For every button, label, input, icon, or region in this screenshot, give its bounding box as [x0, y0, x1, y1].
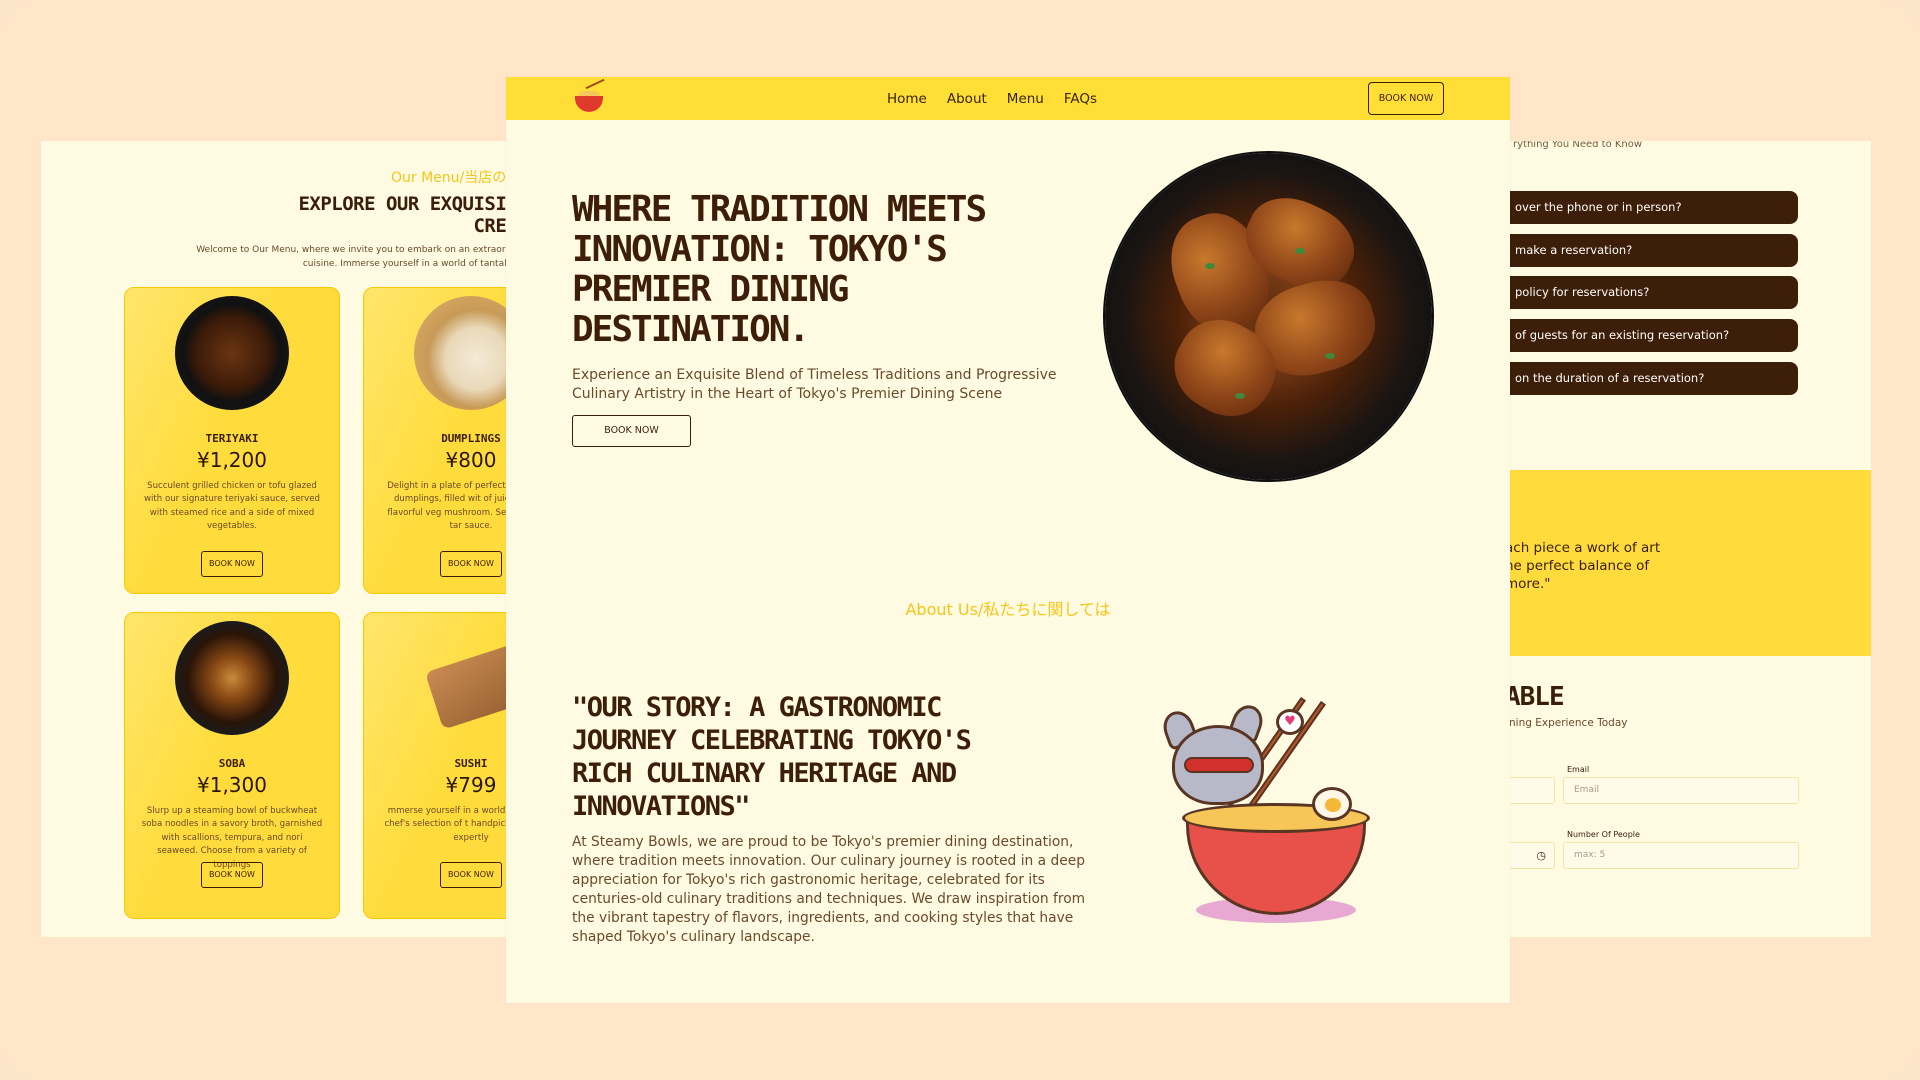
faq-question[interactable]: policy for reservations?: [1505, 276, 1798, 309]
faq-subtitle: rything You Need to Know: [1513, 141, 1643, 150]
showcase-background: Our Menu/当店のメ EXPLORE OUR EXQUISITE JA C…: [0, 0, 1920, 1080]
home-page-preview: Home About Menu FAQs BOOK NOW Where Trad…: [506, 77, 1510, 1003]
menu-item-name: TERIYAKI: [205, 432, 259, 445]
testimonial-quote: ach piece a work of art he perfect balan…: [1505, 540, 1661, 592]
menu-item-description: Succulent grilled chicken or tofu glazed…: [144, 481, 320, 532]
email-label: Email: [1567, 765, 1590, 774]
faq-question[interactable]: over the phone or in person?: [1505, 191, 1798, 224]
faq-question[interactable]: on the duration of a reservation?: [1505, 362, 1798, 395]
nav-links: Home About Menu FAQs: [887, 77, 1097, 120]
menu-card-soba: SOBA ¥1,300 Slurp up a steaming bowl of …: [124, 612, 340, 919]
teriyaki-image: [175, 296, 289, 410]
faq-question[interactable]: make a reservation?: [1505, 234, 1798, 267]
testimonial-band: ach piece a work of art he perfect balan…: [1505, 470, 1871, 656]
about-eyebrow: About Us/私たちに関しては: [905, 600, 1111, 619]
nav-book-now-button[interactable]: BOOK NOW: [1368, 82, 1444, 115]
menu-item-price: ¥1,200: [197, 448, 267, 472]
people-label: Number Of People: [1567, 830, 1640, 839]
chicken-wings-image: [1105, 153, 1432, 480]
menu-card-teriyaki: TERIYAKI ¥1,200 Succulent grilled chicke…: [124, 287, 340, 594]
cat-ramen-mascot-image: ♥: [1146, 697, 1396, 937]
hero-title: Where Tradition Meets Innovation: Tokyo'…: [572, 189, 987, 350]
book-now-button[interactable]: BOOK NOW: [201, 862, 263, 888]
clock-icon: ◷: [1536, 849, 1546, 862]
reserve-table-subtitle: ning Experience Today: [1509, 717, 1628, 729]
faq-page-preview: rything You Need to Know over the phone …: [1505, 141, 1871, 937]
menu-page-preview: Our Menu/当店のメ EXPLORE OUR EXQUISITE JA C…: [41, 141, 561, 937]
story-body: At Steamy Bowls, we are proud to be Toky…: [572, 834, 1086, 945]
book-now-button[interactable]: BOOK NOW: [440, 862, 502, 888]
nav-menu[interactable]: Menu: [1007, 91, 1044, 107]
menu-eyebrow: Our Menu/当店のメ: [391, 170, 521, 186]
soba-image: [175, 621, 289, 735]
navbar: Home About Menu FAQs BOOK NOW: [506, 77, 1510, 120]
reserve-table-title: ABLE: [1505, 682, 1565, 712]
time-field[interactable]: ◷: [1505, 842, 1555, 869]
hero-subtitle: Experience an Exquisite Blend of Timeles…: [572, 367, 1057, 402]
ramen-logo-icon[interactable]: [571, 78, 607, 115]
book-now-button[interactable]: BOOK NOW: [201, 551, 263, 577]
menu-item-price: ¥1,300: [197, 773, 267, 797]
menu-item-name: SOBA: [218, 757, 246, 770]
nav-faqs[interactable]: FAQs: [1064, 91, 1097, 107]
name-field[interactable]: [1505, 777, 1555, 804]
faq-question[interactable]: of guests for an existing reservation?: [1505, 319, 1798, 352]
heart-icon: ♥: [1276, 709, 1304, 735]
book-now-button[interactable]: BOOK NOW: [440, 551, 502, 577]
hero-book-now-button[interactable]: BOOK NOW: [572, 415, 691, 447]
email-field[interactable]: Email: [1563, 777, 1799, 804]
people-field[interactable]: max: 5: [1563, 842, 1799, 869]
story-title: "Our Story: A Gastronomic Journey Celebr…: [572, 692, 972, 822]
nav-home[interactable]: Home: [887, 91, 927, 107]
nav-about[interactable]: About: [947, 91, 987, 107]
